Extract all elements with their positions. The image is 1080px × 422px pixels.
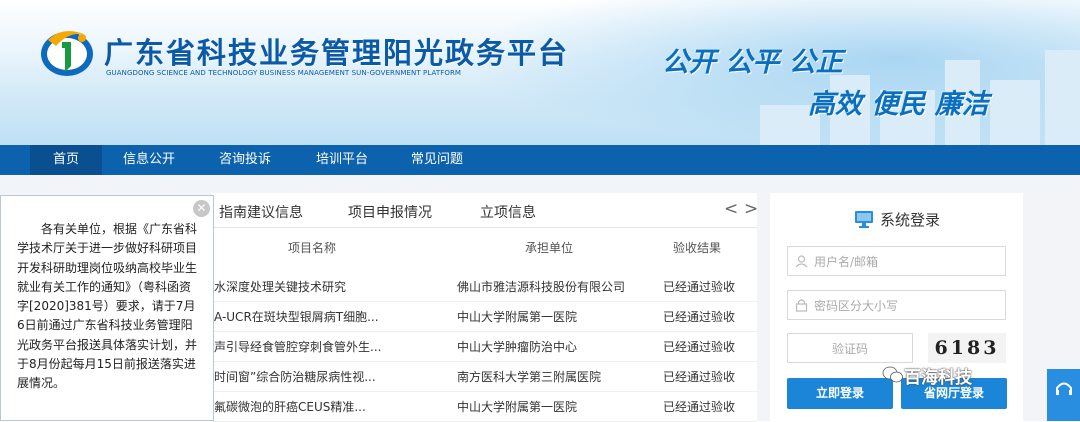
login-panel: 系统登录 用户名/邮箱 密码区分大小写 验证码 6183 立即登录 省网厅登录 (770, 193, 1023, 421)
info-panel: 指南建议信息 项目申报情况 立项信息 < > 项目名称 承担单位 验收结果 水深… (212, 193, 758, 422)
organization: 佛山市雅洁源科技股份有限公司 (457, 280, 626, 294)
site-subtitle: GUANGDONG SCIENCE AND TECHNOLOGY BUSINES… (106, 69, 462, 77)
result: 已经通过验收 (663, 310, 736, 324)
project-name[interactable]: 时间窗”综合防治糖尿病性视... (214, 368, 414, 385)
project-name[interactable]: 氟碳微泡的肝癌CEUS精准... (214, 398, 414, 415)
organization: 南方医科大学第三附属医院 (457, 370, 602, 384)
column-header-result: 验收结果 (673, 241, 722, 255)
table-row[interactable]: 水深度处理关键技术研究 佛山市雅洁源科技股份有限公司 已经通过验收 (212, 271, 757, 302)
chevron-left-icon[interactable]: < (724, 199, 738, 219)
tab-project-approval[interactable]: 立项信息 (480, 202, 536, 222)
organization: 中山大学附属第一医院 (457, 400, 578, 414)
site-header: 广东省科技业务管理阳光政务平台 GUANGDONG SCIENCE AND TE… (0, 0, 1080, 145)
result: 已经通过验收 (663, 400, 736, 414)
nav-item-faq[interactable]: 常见问题 (401, 145, 473, 175)
lock-icon (795, 299, 808, 312)
user-icon (795, 255, 808, 268)
nav-item-home[interactable]: 首页 (30, 145, 102, 175)
column-header-project-name: 项目名称 (288, 241, 337, 255)
slogan-line-2: 高效 便民 廉洁 (808, 89, 989, 120)
city-skyline (990, 80, 1040, 145)
city-skyline (1045, 50, 1080, 145)
table-row[interactable]: A-UCR在斑块型银屑病T细胞... 中山大学附属第一医院 已经通过验收 (212, 301, 757, 332)
table-row[interactable]: 氟碳微泡的肝癌CEUS精准... 中山大学附属第一医院 已经通过验收 (212, 391, 757, 422)
close-icon[interactable]: ✕ (193, 200, 210, 217)
tab-project-application[interactable]: 项目申报情况 (348, 202, 432, 222)
login-button[interactable]: 立即登录 (787, 378, 893, 409)
captcha-placeholder: 验证码 (831, 342, 868, 356)
password-placeholder: 密码区分大小写 (814, 299, 899, 313)
project-name[interactable]: 水深度处理关键技术研究 (214, 278, 414, 295)
site-title: 广东省科技业务管理阳光政务平台 (104, 36, 570, 70)
watermark-text: 百海科技 (904, 368, 972, 388)
result: 已经通过验收 (663, 340, 736, 354)
table-row[interactable]: 时间窗”综合防治糖尿病性视... 南方医科大学第三附属医院 已经通过验收 (212, 361, 757, 392)
username-placeholder: 用户名/邮箱 (814, 255, 879, 269)
nav-item-info-disclosure[interactable]: 信息公开 (113, 145, 185, 175)
captcha-image[interactable]: 6183 (928, 333, 1006, 363)
tab-guide-suggestions[interactable]: 指南建议信息 (219, 202, 303, 222)
organization: 中山大学附属第一医院 (457, 310, 578, 324)
main-nav: 首页 信息公开 咨询投诉 培训平台 常见问题 (0, 145, 1080, 175)
notice-text: 各有关单位，根据《广东省科学技术厅关于进一步做好科研项目开发科研助理岗位吸纳高校… (17, 222, 198, 391)
notice-popup: ✕ 各有关单位，根据《广东省科学技术厅关于进一步做好科研项目开发科研助理岗位吸纳… (0, 195, 214, 421)
wechat-icon (882, 366, 903, 383)
column-header-organization: 承担单位 (525, 241, 574, 255)
captcha-input[interactable]: 验证码 (787, 333, 913, 363)
monitor-icon (855, 211, 873, 228)
chevron-right-icon[interactable]: > (744, 199, 758, 219)
table-row[interactable]: 声引导经食管腔穿刺食管外生... 中山大学肿瘤防治中心 已经通过验收 (212, 331, 757, 362)
username-field[interactable]: 用户名/邮箱 (787, 246, 1006, 276)
site-logo-icon[interactable] (38, 22, 96, 80)
project-name[interactable]: 声引导经食管腔穿刺食管外生... (214, 338, 414, 355)
project-name[interactable]: A-UCR在斑块型银屑病T细胞... (214, 308, 414, 325)
side-service-widget[interactable] (1047, 369, 1080, 421)
password-field[interactable]: 密码区分大小写 (787, 290, 1006, 320)
nav-item-consult-complaint[interactable]: 咨询投诉 (209, 145, 281, 175)
organization: 中山大学肿瘤防治中心 (457, 340, 578, 354)
headset-icon (1056, 382, 1072, 395)
login-title: 系统登录 (880, 211, 941, 229)
slogan-line-1: 公开 公平 公正 (662, 47, 843, 78)
info-tabs: 指南建议信息 项目申报情况 立项信息 < > (212, 193, 758, 228)
result: 已经通过验收 (663, 370, 736, 384)
nav-item-training[interactable]: 培训平台 (306, 145, 378, 175)
result: 已经通过验收 (663, 280, 736, 294)
